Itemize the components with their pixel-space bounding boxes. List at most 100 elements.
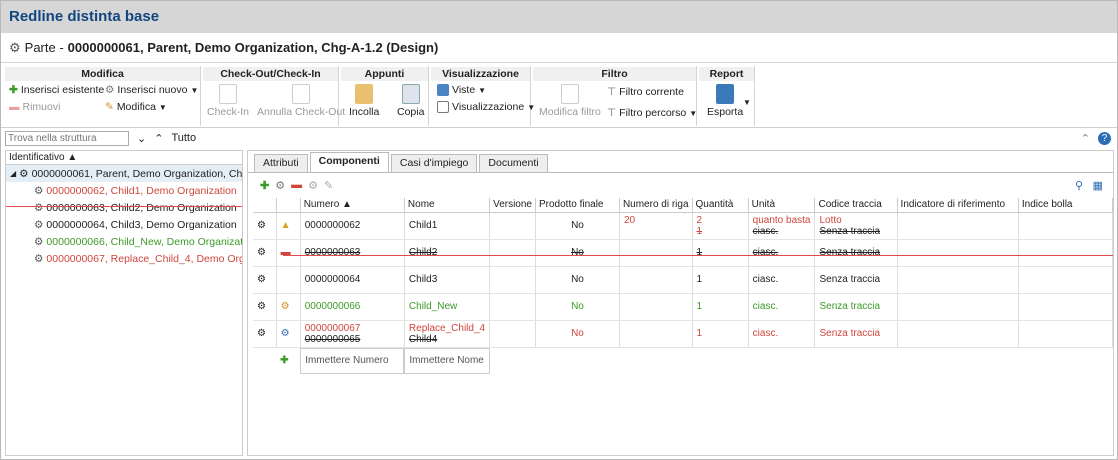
group-modifica: Modifica ✚ Inserisci esistente ⚙ Inserisci… (5, 66, 201, 126)
columns-icon[interactable]: ▦ (1093, 179, 1103, 192)
add-row-icon[interactable]: ✚ (280, 355, 288, 366)
tree-root[interactable]: ◢ ⚙ 0000000061, Parent, Demo Organizatio… (6, 165, 242, 182)
tab-componenti[interactable]: Componenti (309, 152, 389, 172)
chevron-down-icon[interactable]: ▼ (743, 98, 751, 107)
display-button[interactable]: Visualizzazione ▼ (437, 101, 535, 113)
cancel-checkout-icon (292, 84, 311, 104)
add-icon[interactable]: ✚ (260, 179, 269, 192)
chevron-up-icon[interactable]: ⌃ (154, 132, 163, 145)
chevron-down-icon: ▼ (190, 85, 199, 95)
gear-icon: ⚙ (34, 201, 44, 214)
remove-button[interactable]: ▬ Rimuovi (9, 101, 60, 113)
tab-bar: Attributi Componenti Casi d'impiego Docu… (248, 151, 1113, 173)
group-report: Report Esporta ▼ (699, 66, 755, 126)
checkin-button[interactable]: Check-In (207, 84, 249, 118)
insert-existing-button[interactable]: ✚ Inserisci esistente (9, 84, 104, 96)
path-filter-icon: ⊤ (607, 107, 617, 119)
col-prodotto-finale[interactable]: Prodotto finale (535, 198, 620, 213)
tree-node[interactable]: ⚙ 0000000063, Child2, Demo Organization (6, 199, 242, 216)
remove-icon[interactable]: ▬ (291, 179, 302, 191)
display-icon (437, 101, 449, 113)
removed-icon: ▬ (280, 247, 291, 258)
modify-button[interactable]: ✎ Modifica ▼ (105, 101, 167, 113)
replace-icon[interactable]: ⚙ (308, 179, 318, 192)
tree-header[interactable]: Identificativo ▲ (6, 151, 242, 165)
col-versione[interactable]: Versione (489, 198, 536, 213)
detail-panel: Attributi Componenti Casi d'impiego Docu… (247, 150, 1114, 456)
replace-part-icon: ⚙ (280, 328, 290, 339)
export-button[interactable]: Esporta (707, 84, 743, 118)
tab-attributi[interactable]: Attributi (254, 154, 308, 172)
group-title: Visualizzazione (431, 67, 530, 81)
insert-new-button[interactable]: ⚙ Inserisci nuovo ▼ (105, 84, 198, 96)
structure-search-input[interactable] (5, 130, 129, 146)
pencil-icon: ✎ (105, 101, 114, 113)
gear-icon: ⚙ (257, 274, 266, 285)
gear-plus-icon: ⚙ (105, 84, 115, 96)
views-button[interactable]: Viste ▼ (437, 84, 486, 96)
gear-icon: ⚙ (257, 328, 266, 339)
tree-node[interactable]: ⚙ 0000000066, Child_New, Demo Organizatio… (6, 233, 242, 250)
filter-edit-icon (560, 84, 579, 104)
minus-icon: ▬ (9, 101, 20, 113)
gear-icon: ⚙ (34, 252, 44, 265)
current-filter-button[interactable]: ⊤ Filtro corrente (607, 86, 684, 98)
group-title: Appunti (341, 67, 428, 81)
export-icon (716, 84, 735, 104)
tab-casi-impiego[interactable]: Casi d'impiego (390, 154, 478, 172)
tab-documenti[interactable]: Documenti (479, 154, 548, 172)
help-icon[interactable]: ? (1098, 131, 1111, 145)
group-checkout: Check-Out/Check-In Check-In Annulla Chec… (203, 66, 345, 126)
table-header: Numero ▲ Nome Versione Prodotto finale N… (253, 198, 1114, 213)
new-numero-input[interactable]: Immettere Numero (300, 347, 405, 374)
col-numero[interactable]: Numero ▲ (300, 198, 405, 213)
expand-icon[interactable]: ◢ (10, 169, 16, 178)
col-indicatore-riferimento[interactable]: Indicatore di riferimento (897, 198, 1019, 213)
table-row[interactable]: ⚙ 0000000064 Child3 No 1 ciasc. Senza tr… (253, 266, 1114, 294)
structure-tree: Identificativo ▲ ◢ ⚙ 0000000061, Parent,… (5, 150, 243, 456)
table-row[interactable]: ⚙ ⚙ 0000000066 Child_New No 1 ciasc. Sen… (253, 293, 1114, 321)
edit-icon[interactable]: ✎ (324, 179, 333, 192)
col-quantita[interactable]: Quantità (692, 198, 749, 213)
gear-add-icon[interactable]: ⚙ (275, 179, 285, 192)
warning-icon: ▲ (280, 220, 291, 231)
col-indice-bolla[interactable]: Indice bolla (1018, 198, 1114, 213)
chevron-down-icon: ▼ (478, 85, 487, 95)
path-filter-button[interactable]: ⊤ Filtro percorso ▼ (607, 107, 697, 119)
search-icon[interactable]: ⚲ (1075, 179, 1083, 192)
modify-filter-button[interactable]: Modifica filtro (539, 84, 601, 118)
structure-search-bar: ⌄ ⌃ Tutto ⌃ ? (1, 129, 1117, 147)
all-label[interactable]: Tutto (171, 132, 196, 144)
table-row[interactable]: ⚙ ⚙ 0000000067 0000000065 Replace_Child_4… (253, 320, 1114, 348)
col-numero-riga[interactable]: Numero di riga (619, 198, 693, 213)
paste-button[interactable]: Incolla (349, 84, 379, 118)
gear-icon: ⚙ (257, 301, 266, 312)
table-row[interactable]: ⚙ ▲ 0000000062 Child1 No 20 21 quanto ba… (253, 212, 1114, 240)
plus-icon: ✚ (9, 84, 18, 96)
gear-icon: ⚙ (34, 218, 44, 231)
new-nome-input[interactable]: Immettere Nome (404, 347, 490, 374)
table-row[interactable]: ⚙ ▬ 0000000063 Child2 No 1 ciasc. Senza … (253, 239, 1114, 267)
checkin-icon (219, 84, 237, 104)
tree-node[interactable]: ⚙0000000067, Replace_Child_4, Demo Organ… (6, 250, 242, 267)
copy-icon (401, 84, 420, 104)
added-part-icon: ⚙ (280, 301, 290, 312)
cancel-checkout-button[interactable]: Annulla Check-Out (257, 84, 345, 118)
chevron-down-icon[interactable]: ⌄ (137, 132, 146, 145)
ribbon: Modifica ✚ Inserisci esistente ⚙ Inserisci… (1, 64, 1117, 128)
gear-icon: ⚙ (9, 39, 21, 55)
chevron-down-icon: ▼ (158, 102, 167, 112)
views-icon (437, 84, 449, 96)
removed-line (6, 206, 242, 207)
collapse-icon[interactable]: ⌃ (1081, 132, 1090, 145)
col-unita[interactable]: Unità (748, 198, 816, 213)
col-nome[interactable]: Nome (404, 198, 491, 213)
part-title: 0000000061, Parent, Demo Organization, C… (67, 40, 439, 55)
tree-node[interactable]: ⚙ 0000000062, Child1, Demo Organization (6, 182, 242, 199)
col-codice-traccia[interactable]: Codice traccia (814, 198, 898, 213)
clipboard-icon (355, 84, 374, 104)
components-table: Numero ▲ Nome Versione Prodotto finale N… (253, 198, 1114, 374)
part-prefix: Parte - (24, 40, 64, 55)
tree-node[interactable]: ⚙ 0000000064, Child3, Demo Organization (6, 216, 242, 233)
copy-button[interactable]: Copia (397, 84, 424, 118)
